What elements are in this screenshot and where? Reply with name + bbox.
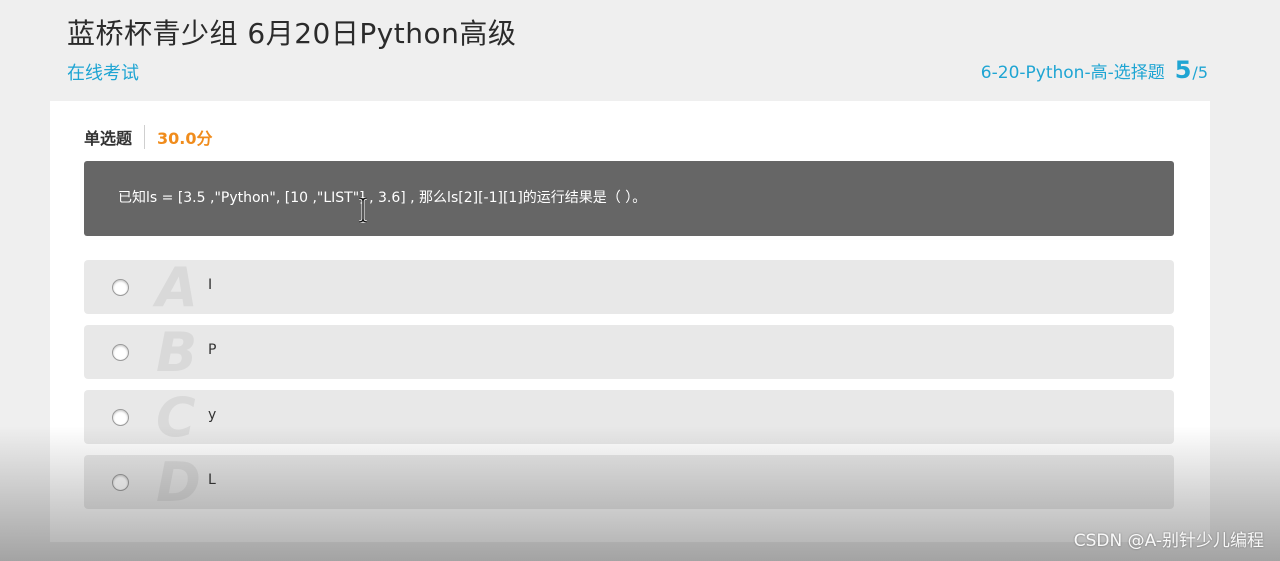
option-b[interactable]: B P: [84, 321, 1174, 384]
option-a[interactable]: A I: [84, 256, 1174, 319]
progress-total: /5: [1192, 63, 1208, 82]
paper-meta: 6-20-Python-高-选择题 5/5: [981, 56, 1208, 84]
option-text: L: [208, 472, 216, 488]
option-letter: C: [156, 386, 196, 449]
question-card: 单选题 30.0分 已知ls = [3.5 ,"Python", [10 ,"L…: [50, 101, 1210, 542]
radio-icon[interactable]: [112, 344, 129, 361]
paper-name: 6-20-Python-高-选择题: [980, 63, 1165, 83]
option-text: P: [208, 342, 217, 358]
progress-current: 5: [1174, 56, 1192, 84]
question-score: 30.0分: [157, 129, 213, 148]
exam-page: 蓝桥杯青少组 6月20日Python高级 在线考试 6-20-Python-高-…: [0, 0, 1280, 561]
option-letter: D: [156, 451, 201, 514]
option-text: I: [208, 277, 213, 293]
option-d[interactable]: D L: [84, 451, 1174, 514]
option-letter: A: [156, 256, 198, 319]
watermark: CSDN @A-别针少儿编程: [1073, 531, 1264, 551]
question-type: 单选题 30.0分: [84, 125, 213, 149]
question-type-label: 单选题: [84, 125, 146, 149]
question-progress: 5/5: [1175, 56, 1208, 84]
option-text: y: [208, 407, 217, 423]
radio-icon[interactable]: [112, 409, 129, 426]
text-cursor-icon: [358, 197, 368, 223]
page-title: 蓝桥杯青少组 6月20日Python高级: [67, 17, 517, 50]
exam-subtitle[interactable]: 在线考试: [67, 59, 139, 85]
option-letter: B: [156, 321, 198, 384]
option-c[interactable]: C y: [84, 386, 1174, 449]
radio-icon[interactable]: [112, 474, 129, 491]
radio-icon[interactable]: [112, 279, 129, 296]
question-stem: 已知ls = [3.5 ,"Python", [10 ,"LIST"] , 3.…: [84, 161, 1174, 236]
